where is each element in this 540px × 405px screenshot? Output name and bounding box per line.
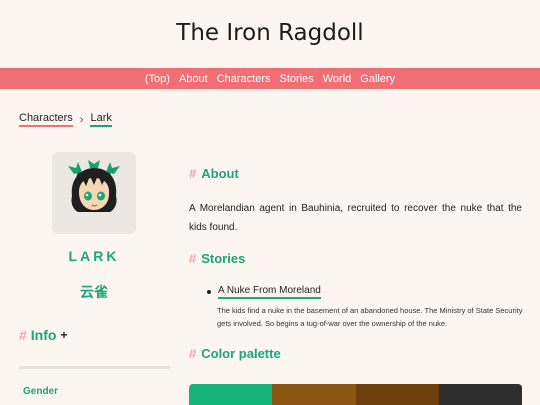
breadcrumb: Characters › Lark — [19, 112, 112, 127]
hash-icon: # — [189, 346, 197, 361]
hash-icon: # — [189, 251, 197, 266]
nav-stories[interactable]: Stories — [279, 73, 313, 85]
about-heading-label: About — [201, 166, 239, 181]
character-name: LARK — [68, 248, 120, 264]
chevron-right-icon: › — [79, 113, 84, 126]
story-list-item: A Nuke From Moreland The kids find a nuk… — [207, 285, 525, 330]
character-name-cn: 云雀 — [80, 284, 108, 300]
story-title-link[interactable]: A Nuke From Moreland — [218, 285, 321, 299]
expand-toggle-icon[interactable]: + — [60, 328, 67, 342]
color-swatch — [355, 384, 439, 405]
character-portrait-icon — [68, 160, 120, 212]
info-heading[interactable]: # Info + — [19, 327, 67, 343]
nav-top[interactable]: (Top) — [145, 73, 170, 85]
about-heading: # About — [189, 166, 239, 181]
story-description: The kids find a nuke in the basement of … — [217, 306, 523, 328]
color-palette-heading-label: Color palette — [201, 346, 281, 361]
info-field-gender-label: Gender — [23, 386, 59, 397]
info-heading-label: Info — [30, 327, 57, 343]
color-palette-heading: # Color palette — [189, 346, 281, 361]
nav-characters[interactable]: Characters — [217, 73, 271, 85]
hash-icon: # — [189, 166, 197, 181]
hash-icon: # — [19, 327, 27, 343]
breadcrumb-characters-link[interactable]: Characters — [19, 112, 73, 127]
color-swatch — [189, 384, 273, 405]
color-palette — [189, 384, 522, 405]
bullet-icon — [207, 290, 211, 294]
stories-heading-label: Stories — [201, 251, 246, 266]
breadcrumb-lark-link[interactable]: Lark — [90, 112, 112, 127]
site-title: The Iron Ragdoll — [176, 20, 364, 46]
about-text: A Morelandian agent in Bauhinia, recruit… — [189, 203, 522, 233]
stories-heading: # Stories — [189, 251, 245, 266]
nav-world[interactable]: World — [323, 73, 352, 85]
main-nav: (Top) About Characters Stories World Gal… — [0, 68, 540, 89]
nav-about[interactable]: About — [179, 73, 208, 85]
info-divider — [19, 366, 170, 369]
color-swatch — [438, 384, 522, 405]
character-avatar — [52, 152, 136, 234]
color-swatch — [272, 384, 356, 405]
nav-gallery[interactable]: Gallery — [360, 73, 395, 85]
